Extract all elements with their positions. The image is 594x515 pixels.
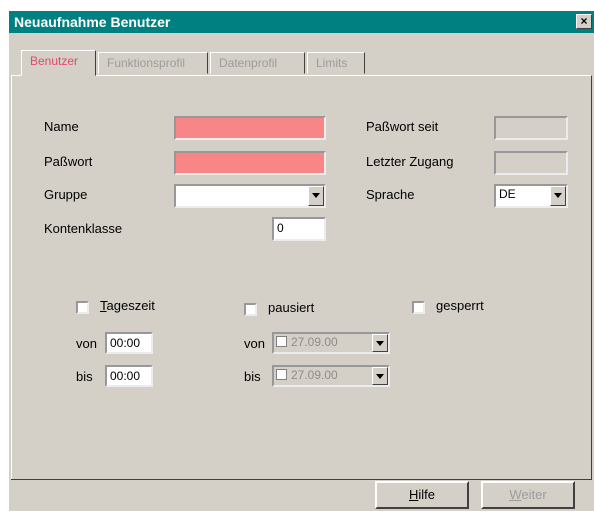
title-bar[interactable]: Neuaufnahme Benutzer × bbox=[9, 11, 594, 33]
tab-funktionsprofil[interactable]: Funktionsprofil bbox=[98, 52, 208, 74]
tab-limits[interactable]: Limits bbox=[307, 52, 365, 74]
chevron-down-icon[interactable] bbox=[372, 367, 388, 385]
language-label: Sprache bbox=[366, 187, 415, 202]
tab-label: Limits bbox=[316, 56, 348, 70]
paused-label: pausiert bbox=[268, 300, 315, 315]
group-dropdown[interactable] bbox=[174, 184, 326, 208]
password-input[interactable] bbox=[174, 151, 326, 175]
paused-from-enable-checkbox[interactable] bbox=[276, 336, 287, 347]
password-since-field bbox=[494, 116, 568, 140]
tab-label: Datenprofil bbox=[219, 56, 278, 70]
locked-checkbox[interactable] bbox=[412, 301, 425, 314]
paused-to-enable-checkbox[interactable] bbox=[276, 369, 287, 380]
dialog-window: Neuaufnahme Benutzer × Benutzer Funktion… bbox=[9, 11, 594, 511]
daytime-to-input[interactable]: 00:00 bbox=[105, 365, 153, 387]
tab-label: Benutzer bbox=[30, 54, 79, 68]
daytime-label: Tageszeit bbox=[100, 298, 155, 313]
help-button[interactable]: Hilfe bbox=[375, 481, 469, 509]
paused-checkbox[interactable] bbox=[244, 303, 257, 316]
last-access-field bbox=[494, 151, 568, 175]
next-button[interactable]: Weiter bbox=[481, 481, 575, 509]
password-since-label: Paßwort seit bbox=[366, 119, 439, 134]
last-access-label: Letzter Zugang bbox=[366, 154, 454, 169]
language-dropdown[interactable]: DE bbox=[494, 184, 568, 208]
daytime-from-label: von bbox=[76, 336, 97, 351]
tab-label: Funktionsprofil bbox=[107, 56, 186, 70]
account-class-label: Kontenklasse bbox=[44, 221, 123, 236]
paused-to-datepicker[interactable]: 27.09.00 bbox=[272, 365, 390, 387]
chevron-down-icon[interactable] bbox=[550, 186, 566, 206]
locked-label: gesperrt bbox=[436, 298, 484, 313]
name-input[interactable] bbox=[174, 116, 326, 140]
paused-to-label: bis bbox=[244, 369, 261, 384]
close-button[interactable]: × bbox=[576, 14, 592, 29]
panel-divider bbox=[11, 479, 592, 480]
daytime-to-label: bis bbox=[76, 369, 93, 384]
chevron-down-icon[interactable] bbox=[308, 186, 324, 206]
tab-benutzer[interactable]: Benutzer bbox=[21, 50, 96, 76]
daytime-checkbox[interactable] bbox=[76, 301, 89, 314]
paused-from-datepicker[interactable]: 27.09.00 bbox=[272, 332, 390, 354]
password-label: Paßwort bbox=[44, 154, 93, 169]
tab-panel-benutzer: Name Paßwort Gruppe Kontenklasse 0 Paßwo… bbox=[11, 75, 592, 479]
window-title: Neuaufnahme Benutzer bbox=[14, 14, 171, 30]
paused-from-label: von bbox=[244, 336, 265, 351]
chevron-down-icon[interactable] bbox=[372, 334, 388, 352]
close-icon: × bbox=[580, 14, 588, 28]
name-label: Name bbox=[44, 119, 79, 134]
account-class-input[interactable]: 0 bbox=[272, 217, 326, 241]
group-label: Gruppe bbox=[44, 187, 88, 202]
daytime-from-input[interactable]: 00:00 bbox=[105, 332, 153, 354]
tab-datenprofil[interactable]: Datenprofil bbox=[210, 52, 305, 74]
